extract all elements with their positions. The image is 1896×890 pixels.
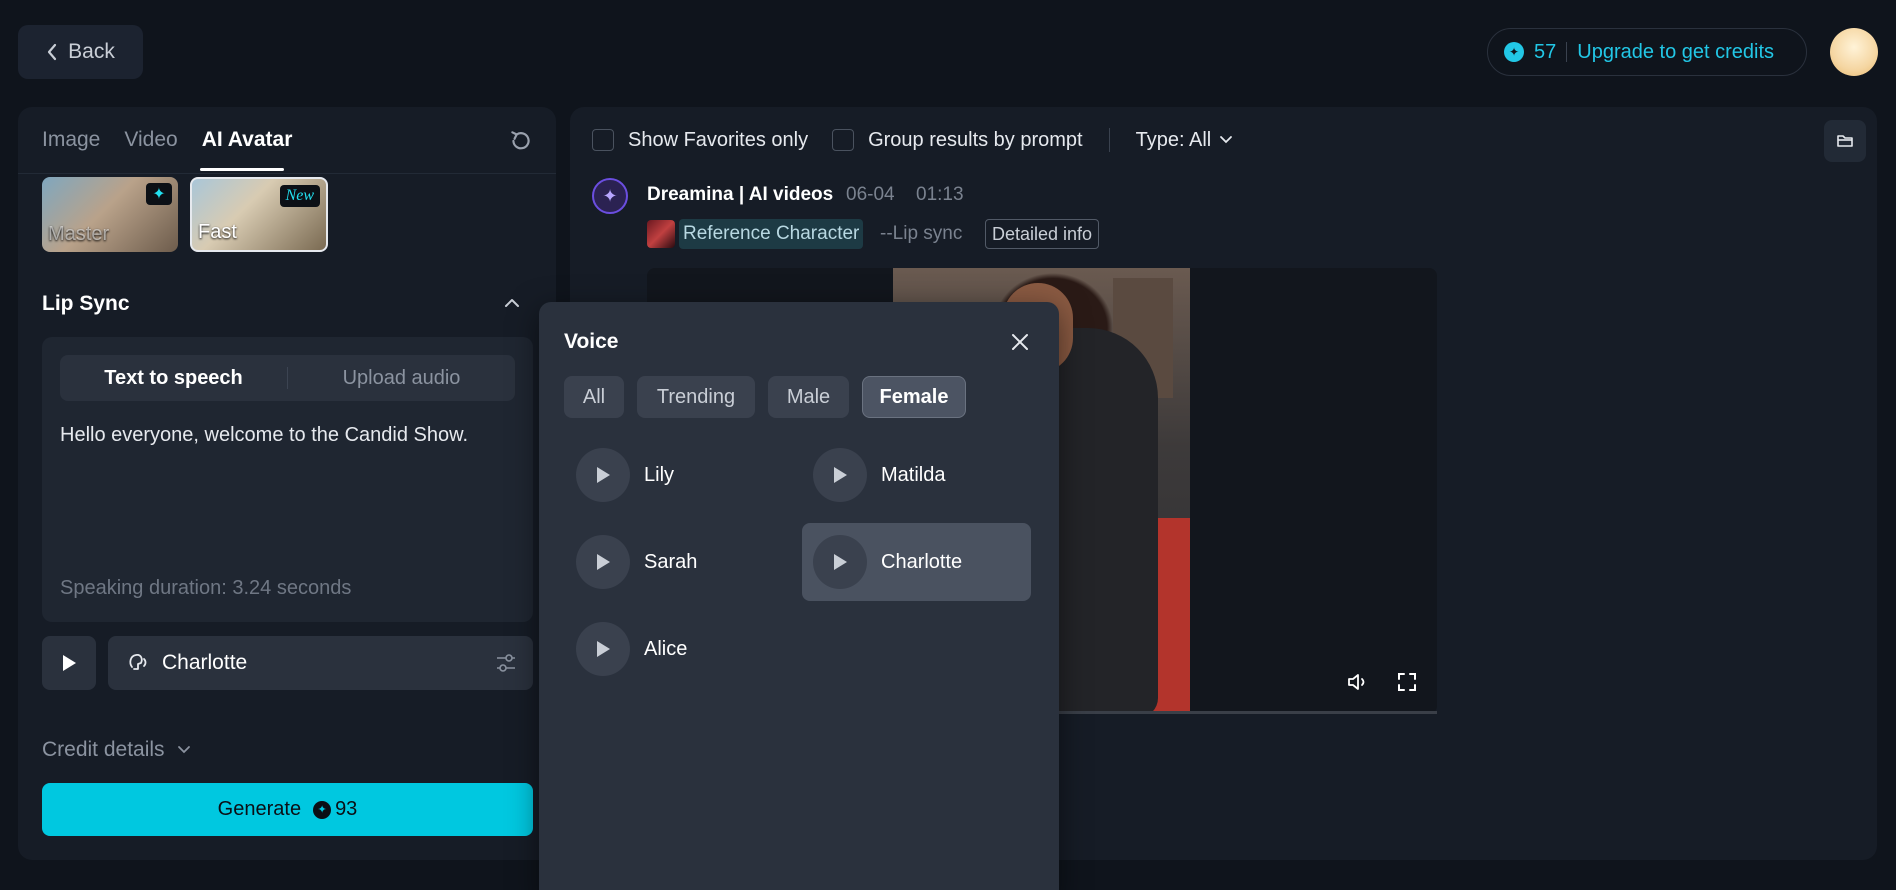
- generate-button[interactable]: Generate ✦ 93: [42, 783, 533, 836]
- voice-selector[interactable]: Charlotte: [108, 636, 533, 690]
- back-label: Back: [68, 40, 115, 63]
- generate-label: Generate: [217, 798, 302, 820]
- generate-cost-value: 93: [335, 798, 358, 820]
- toolbar-divider: [1108, 128, 1110, 152]
- generation-time: 01:13: [916, 184, 964, 205]
- play-icon: [597, 641, 610, 657]
- fullscreen-icon[interactable]: [1395, 670, 1419, 694]
- credits-count: 57: [1534, 40, 1557, 63]
- back-button[interactable]: Back: [18, 25, 143, 79]
- play-icon: [63, 655, 76, 671]
- tab-ai-avatar[interactable]: AI Avatar: [202, 128, 293, 152]
- chevron-down-icon: [1220, 136, 1233, 144]
- model-card-fast[interactable]: New Fast: [190, 177, 328, 252]
- tab-image[interactable]: Image: [42, 128, 100, 152]
- voice-option-matilda[interactable]: Matilda: [813, 448, 945, 502]
- credit-details-toggle[interactable]: Credit details: [42, 738, 191, 762]
- generate-cost: ✦ 93: [313, 798, 357, 821]
- folder-button[interactable]: [1824, 120, 1866, 162]
- chevron-left-icon: [48, 43, 57, 61]
- upgrade-link[interactable]: Upgrade to get credits: [1577, 41, 1774, 64]
- favorites-checkbox[interactable]: [592, 129, 614, 151]
- reference-character-chip[interactable]: Reference Character: [679, 219, 864, 249]
- voice-name: Lily: [644, 463, 675, 486]
- voice-option-charlotte[interactable]: Charlotte: [802, 523, 1031, 601]
- detailed-info-button[interactable]: Detailed info: [985, 219, 1100, 249]
- generation-date: 06-04: [846, 184, 895, 205]
- model-card-master[interactable]: ✦ Master: [42, 177, 178, 252]
- speaking-duration: Speaking duration: 3.24 seconds: [60, 577, 352, 599]
- type-filter-label: Type: All: [1135, 128, 1212, 151]
- chevron-down-icon: [177, 746, 190, 754]
- lip-sync-title: Lip Sync: [42, 292, 130, 315]
- chevron-up-icon[interactable]: [503, 296, 521, 310]
- play-icon: [834, 554, 847, 570]
- voice-name: Matilda: [881, 463, 946, 486]
- favorites-label[interactable]: Show Favorites only: [628, 129, 808, 152]
- credits-divider: [1566, 42, 1568, 62]
- filter-male[interactable]: Male: [768, 376, 849, 418]
- credit-details-label: Credit details: [42, 738, 165, 761]
- model-label-master: Master: [48, 223, 110, 245]
- selected-voice-label: Charlotte: [162, 651, 248, 674]
- filter-female[interactable]: Female: [862, 376, 966, 418]
- speech-text-input[interactable]: Hello everyone, welcome to the Candid Sh…: [60, 424, 468, 447]
- preview-play-button[interactable]: [42, 636, 96, 690]
- play-icon: [597, 467, 610, 483]
- reset-icon[interactable]: [508, 128, 534, 154]
- voice-option-alice[interactable]: Alice: [576, 622, 687, 676]
- voice-icon: [129, 653, 147, 670]
- voice-play-button[interactable]: [813, 535, 867, 589]
- audio-source-toggle: Text to speech Upload audio: [60, 355, 515, 401]
- tab-text-to-speech[interactable]: Text to speech: [60, 367, 287, 390]
- group-checkbox[interactable]: [832, 129, 855, 151]
- filter-all[interactable]: All: [564, 376, 624, 418]
- tabs-divider: [18, 173, 556, 174]
- user-avatar[interactable]: [1830, 28, 1878, 76]
- credits-pill[interactable]: ✦ 57 Upgrade to get credits: [1487, 28, 1807, 76]
- voice-name: Charlotte: [881, 550, 963, 573]
- credit-coin-icon: ✦: [1504, 42, 1524, 62]
- folder-icon: [1837, 135, 1853, 147]
- filter-trending[interactable]: Trending: [637, 376, 755, 418]
- voice-name: Sarah: [644, 550, 698, 573]
- lip-sync-tag: --Lip sync: [880, 223, 963, 244]
- sliders-icon[interactable]: [495, 652, 517, 674]
- mode-tabs: Image Video AI Avatar: [42, 128, 292, 152]
- credit-coin-icon: ✦: [313, 800, 332, 819]
- voice-option-sarah[interactable]: Sarah: [576, 535, 697, 589]
- voice-option-lily[interactable]: Lily: [576, 448, 674, 502]
- voice-play-button[interactable]: [576, 448, 630, 502]
- close-icon[interactable]: [1010, 332, 1030, 352]
- voice-play-button[interactable]: [576, 622, 630, 676]
- voice-play-button[interactable]: [576, 535, 630, 589]
- tab-video[interactable]: Video: [124, 128, 177, 152]
- play-icon: [597, 554, 610, 570]
- generation-title: Dreamina | AI videos: [647, 184, 834, 205]
- tab-upload-audio[interactable]: Upload audio: [288, 367, 515, 390]
- group-label[interactable]: Group results by prompt: [868, 129, 1083, 152]
- dreamina-logo-icon: ✦: [592, 178, 628, 214]
- active-tab-indicator: [200, 168, 284, 171]
- play-icon: [834, 467, 847, 483]
- voice-name: Alice: [644, 637, 688, 660]
- model-label-fast: Fast: [198, 221, 237, 243]
- results-toolbar: Show Favorites only Group results by pro…: [592, 128, 1233, 152]
- type-filter[interactable]: Type: All: [1136, 129, 1234, 152]
- voice-play-button[interactable]: [813, 448, 867, 502]
- volume-icon[interactable]: [1346, 670, 1370, 694]
- sparkle-badge-icon: ✦: [146, 183, 172, 205]
- new-badge: New: [279, 185, 320, 207]
- reference-thumbnail[interactable]: [647, 220, 675, 248]
- voice-popup-title: Voice: [564, 330, 619, 353]
